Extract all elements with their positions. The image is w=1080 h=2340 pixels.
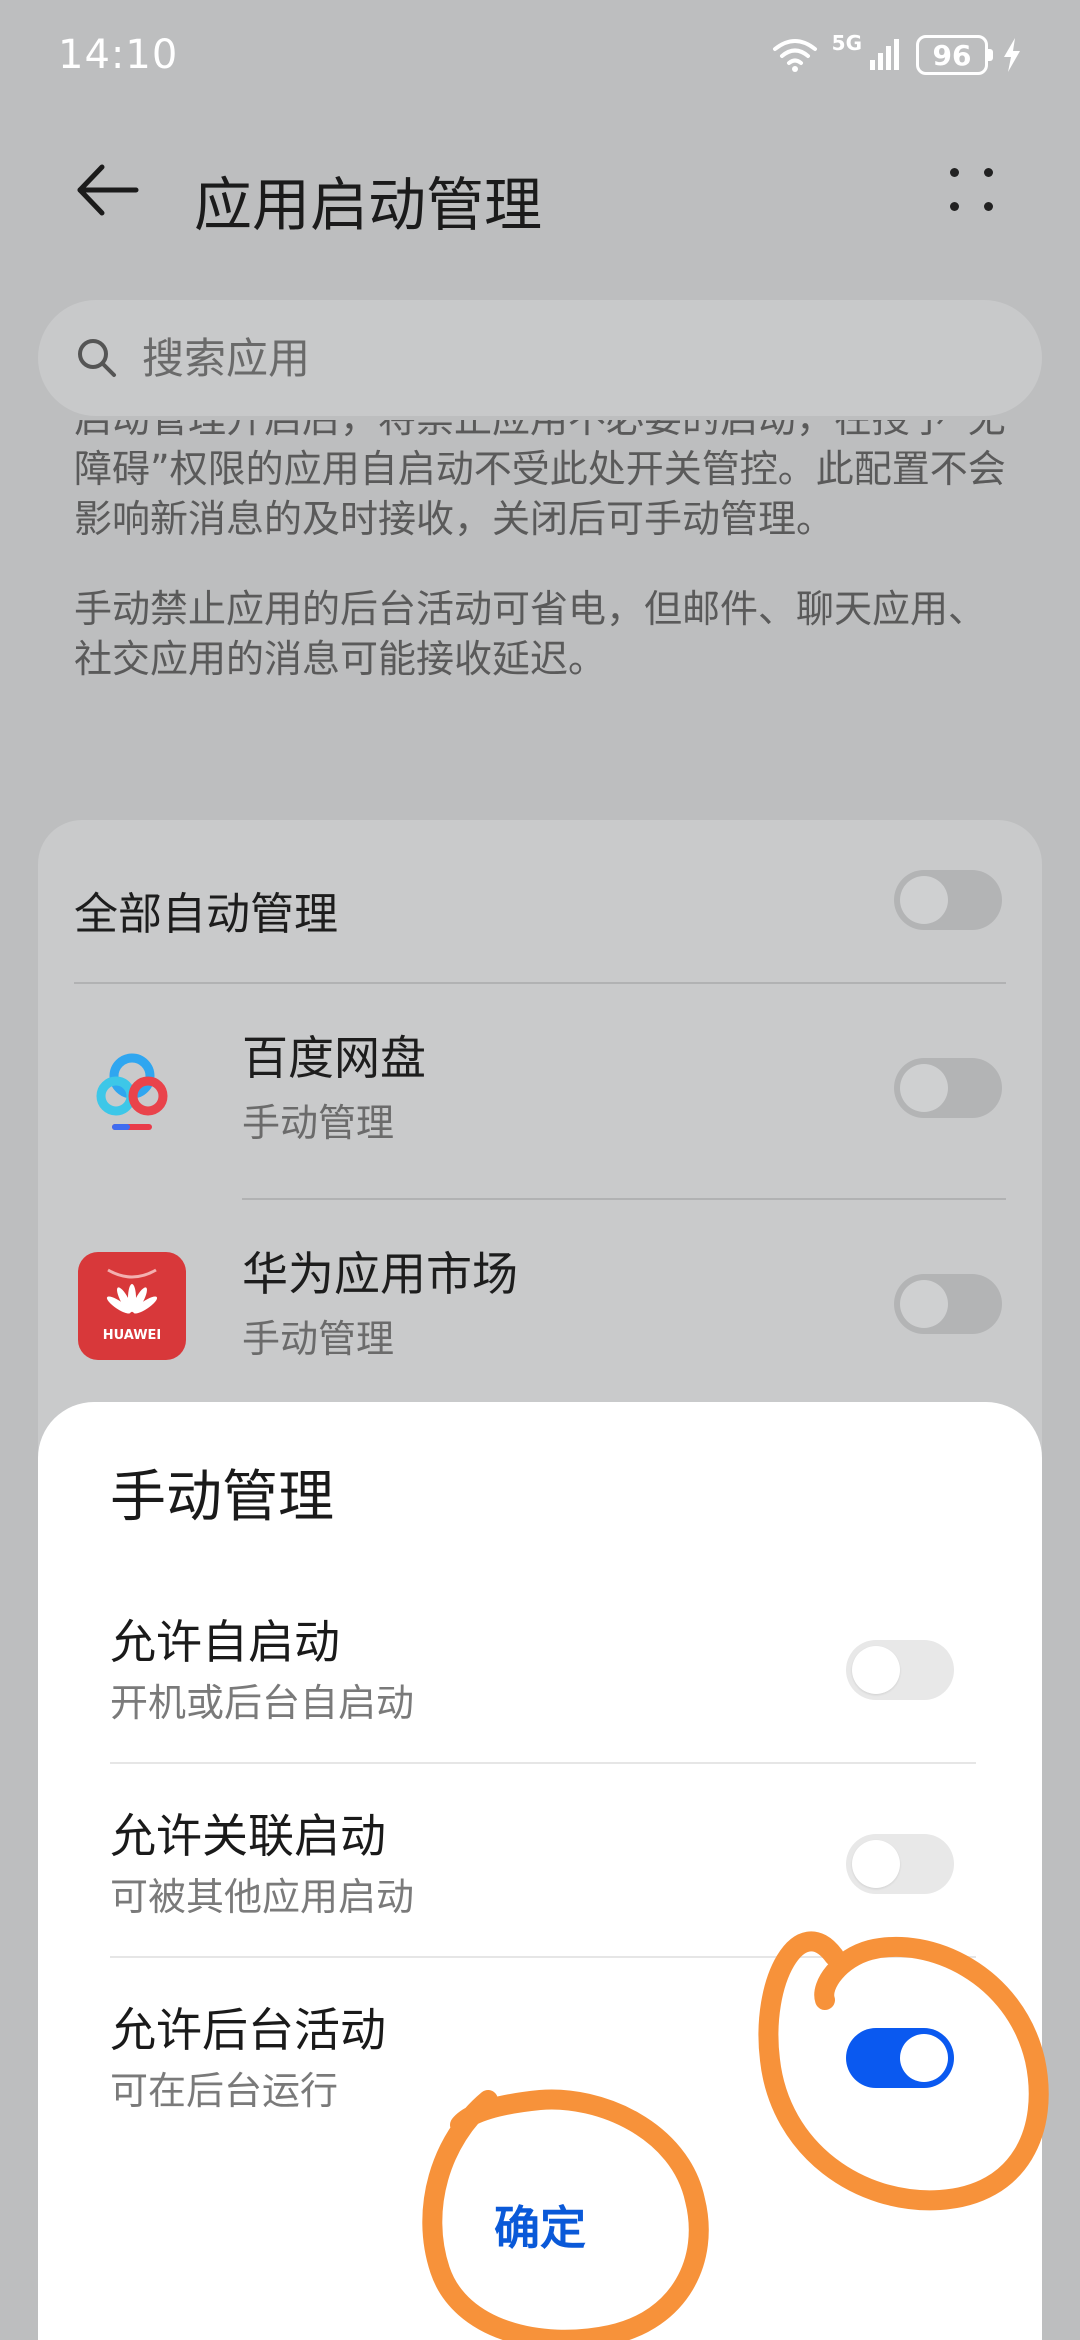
app-toggle[interactable]: [894, 1058, 1002, 1118]
app-status: 手动管理: [242, 1317, 395, 1361]
option-title: 允许自启动: [110, 1615, 340, 1669]
all-auto-manage-toggle[interactable]: [894, 870, 1002, 930]
description-area: 启动管理开启后，将禁止应用不必要的启动，在授予“无障碍”权限的应用自启动不受此处…: [74, 420, 1014, 760]
signal-icon: [870, 39, 899, 70]
network-type: 5G: [831, 31, 862, 55]
option-auto-start[interactable]: 允许自启动 开机或后台自启动: [38, 1606, 1042, 1800]
wifi-icon: [772, 39, 817, 72]
option-title: 允许后台活动: [110, 2003, 386, 2057]
description-paragraph: 启动管理开启后，将禁止应用不必要的启动，在授予“无障碍”权限的应用自启动不受此处…: [74, 420, 1006, 541]
background-activity-toggle[interactable]: [846, 2028, 954, 2088]
manual-manage-sheet: 手动管理 允许自启动 开机或后台自启动 允许关联启动 可被其他应用启动 允许后台…: [38, 1402, 1042, 2340]
search-icon: [78, 339, 116, 377]
baidu-netdisk-icon: [96, 1053, 168, 1130]
status-time: 14:10: [58, 32, 179, 78]
all-auto-manage-label: 全部自动管理: [74, 889, 338, 940]
option-subtitle: 开机或后台自启动: [110, 1681, 415, 1725]
search-bar[interactable]: [38, 300, 1042, 416]
divider: [110, 1956, 976, 1958]
option-subtitle: 可在后台运行: [110, 2069, 339, 2113]
battery-level: 96: [932, 38, 972, 72]
battery-icon: 96: [916, 35, 993, 75]
description-paragraph: 手动禁止应用的后台活动可省电，但邮件、聊天应用、社交应用的消息可能接收延迟。: [74, 587, 987, 681]
status-bar: 14:10 5G 96: [0, 0, 1080, 110]
app-icon-text: HUAWEI: [102, 1328, 162, 1343]
app-name: 百度网盘: [242, 1031, 426, 1085]
sheet-title: 手动管理: [110, 1465, 334, 1530]
option-background-activity[interactable]: 允许后台活动 可在后台运行: [38, 1994, 1042, 2188]
huawei-appgallery-icon: HUAWEI: [78, 1252, 186, 1360]
back-arrow-icon[interactable]: [72, 160, 142, 220]
list-item[interactable]: HUAWEI 华为应用市场 手动管理: [38, 1200, 1042, 1416]
all-auto-manage-row[interactable]: 全部自动管理: [38, 820, 1042, 982]
app-header: 应用启动管理: [0, 130, 1080, 250]
list-item[interactable]: 百度网盘 手动管理: [38, 984, 1042, 1200]
status-icons: 5G 96: [772, 31, 1022, 75]
charging-icon: [1004, 38, 1020, 72]
auto-start-toggle[interactable]: [846, 1640, 954, 1700]
confirm-button[interactable]: 确定: [440, 2188, 640, 2268]
divider: [110, 1762, 976, 1764]
app-name: 华为应用市场: [242, 1247, 518, 1301]
search-input[interactable]: [142, 333, 942, 383]
page-title: 应用启动管理: [194, 171, 543, 239]
option-subtitle: 可被其他应用启动: [110, 1875, 415, 1919]
app-status: 手动管理: [242, 1101, 395, 1145]
option-associated-start[interactable]: 允许关联启动 可被其他应用启动: [38, 1800, 1042, 1994]
associated-start-toggle[interactable]: [846, 1834, 954, 1894]
option-title: 允许关联启动: [110, 1809, 386, 1863]
app-toggle[interactable]: [894, 1274, 1002, 1334]
more-options-icon[interactable]: [944, 160, 1004, 220]
